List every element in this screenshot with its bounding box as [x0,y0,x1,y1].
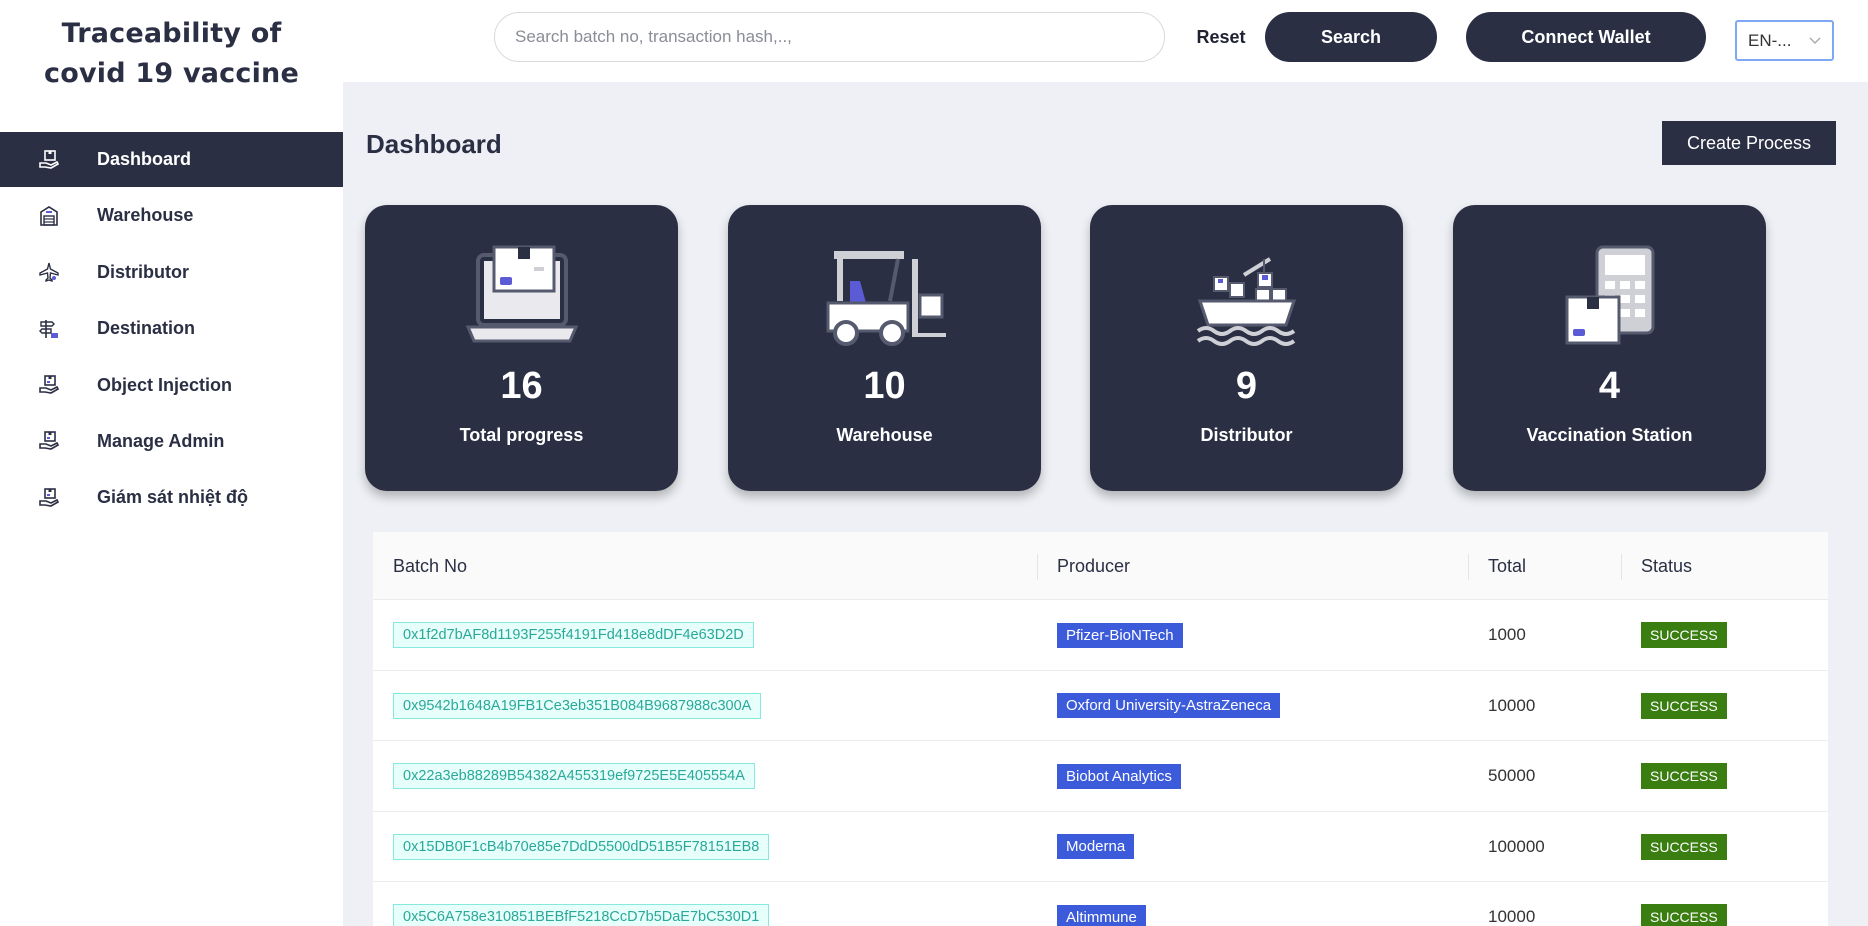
table-row: 0x5C6A758e310851BEBfF5218CcD7b5DaE7bC530… [373,882,1828,926]
sidebar-item-object-injection[interactable]: Object Injection [0,358,343,413]
language-select[interactable]: EN-... [1735,20,1834,61]
total-value: 10000 [1488,907,1536,926]
connect-wallet-button[interactable]: Connect Wallet [1466,12,1706,62]
column-header-producer: Producer [1057,555,1131,576]
status-badge: SUCCESS [1641,622,1727,648]
batch-hash-link[interactable]: 0x22a3eb88289B54382A455319ef9725E5E40555… [393,763,755,789]
search-button[interactable]: Search [1265,12,1437,62]
language-value: EN-... [1748,30,1792,50]
signpost-icon [38,318,60,340]
hand-box-icon [38,487,60,509]
sidebar-item-manage-admin[interactable]: Manage Admin [0,414,343,469]
sidebar-item-label: Destination [97,318,196,339]
stat-label: Vaccination Station [1526,425,1693,445]
app-title-line1: Traceability of [61,18,282,49]
sidebar-item-warehouse[interactable]: Warehouse [0,188,343,243]
column-divider [1468,554,1469,580]
batch-hash-link[interactable]: 0x1f2d7bAF8d1193F255f4191Fd418e8dDF4e63D… [393,622,754,648]
column-header-batch: Batch No [393,555,468,576]
calculator-box-icon [1453,245,1766,351]
table-row: 0x9542b1648A19FB1Ce3eb351B084B9687988c30… [373,671,1828,741]
producer-tag: Oxford University-AstraZeneca [1057,693,1281,718]
producer-tag: Biobot Analytics [1057,763,1181,789]
cargo-ship-icon [1090,245,1403,351]
hand-box-icon [38,149,60,171]
airplane-icon [38,261,60,283]
laptop-box-icon [365,245,678,351]
column-divider [1621,554,1622,580]
hand-box-icon [38,374,60,396]
producer-tag: Altimmune [1057,904,1146,926]
search-input[interactable] [494,12,1165,62]
reset-button[interactable]: Reset [1183,14,1259,60]
column-header-status: Status [1641,555,1693,576]
hand-box-icon [38,430,60,452]
column-header-total: Total [1488,555,1527,576]
status-badge: SUCCESS [1641,692,1727,719]
stat-label: Warehouse [836,425,933,445]
sidebar-item-label: Distributor [97,261,189,282]
total-value: 100000 [1488,836,1545,856]
stat-value: 16 [500,365,543,407]
table-row: 0x22a3eb88289B54382A455319ef9725E5E40555… [373,741,1828,812]
chevron-down-icon [1808,32,1822,52]
stat-card-total-progress: 16 Total progress [365,205,678,491]
total-value: 1000 [1488,625,1526,644]
table-row: 0x15DB0F1cB4b70e85e7DdD5500dD51B5F78151E… [373,812,1828,882]
stat-value: 9 [1235,365,1258,407]
forklift-icon [728,245,1041,351]
sidebar: Traceability of covid 19 vaccine Dashboa… [0,0,343,926]
status-badge: SUCCESS [1641,833,1727,860]
producer-tag: Moderna [1057,834,1135,859]
stat-card-vaccination-station: 4 Vaccination Station [1453,205,1766,491]
batch-hash-link[interactable]: 0x15DB0F1cB4b70e85e7DdD5500dD51B5F78151E… [393,833,770,860]
app-title: Traceability of covid 19 vaccine [0,14,343,94]
stat-label: Distributor [1200,425,1293,445]
sidebar-item-label: Dashboard [97,149,192,169]
table-row: 0x1f2d7bAF8d1193F255f4191Fd418e8dDF4e63D… [373,600,1828,671]
stat-card-distributor: 9 Distributor [1090,205,1403,491]
stat-value: 4 [1598,365,1621,407]
stat-card-warehouse: 10 Warehouse [728,205,1041,491]
total-value: 10000 [1488,695,1536,715]
status-badge: SUCCESS [1641,763,1727,789]
column-divider [1037,554,1038,580]
sidebar-item-destination[interactable]: Destination [0,301,343,356]
status-badge: SUCCESS [1641,904,1727,926]
sidebar-item-dashboard[interactable]: Dashboard [0,132,343,187]
sidebar-item-label: Warehouse [97,205,194,226]
app-title-line2: covid 19 vaccine [44,58,299,89]
page-title: Dashboard [366,129,502,159]
sidebar-item-temperature-monitoring[interactable]: Giám sát nhiệt độ [0,470,343,525]
create-process-button[interactable]: Create Process [1662,121,1836,165]
sidebar-item-label: Giám sát nhiệt độ [97,487,249,508]
stat-value: 10 [863,365,906,407]
sidebar-item-label: Manage Admin [97,430,225,451]
sidebar-nav: Dashboard Warehouse Distributor Destinat… [0,132,343,527]
stat-label: Total progress [459,425,584,445]
batch-table: Batch No Producer Total Status 0x1f2d7bA… [373,532,1828,926]
batch-hash-link[interactable]: 0x9542b1648A19FB1Ce3eb351B084B9687988c30… [393,692,762,719]
table-header: Batch No Producer Total Status [373,532,1828,600]
producer-tag: Pfizer-BioNTech [1057,622,1183,648]
sidebar-item-label: Object Injection [97,374,233,395]
sidebar-item-distributor[interactable]: Distributor [0,245,343,300]
batch-hash-link[interactable]: 0x5C6A758e310851BEBfF5218CcD7b5DaE7bC530… [393,904,770,926]
total-value: 50000 [1488,766,1536,785]
warehouse-icon [38,205,60,227]
top-bar: Reset Search Connect Wallet EN-... [343,0,1868,82]
